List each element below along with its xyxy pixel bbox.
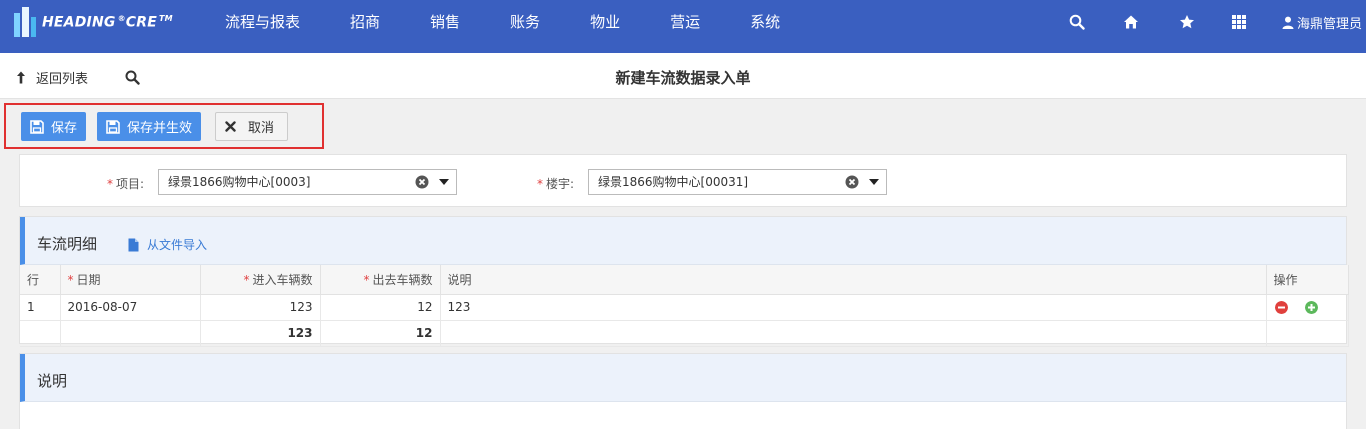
building-field-label: * 楼宇: xyxy=(537,177,575,191)
column-header-row: 行 xyxy=(20,265,61,295)
menu-item-operations[interactable]: 营运 xyxy=(670,0,700,44)
save-and-effect-button[interactable]: 保存并生效 xyxy=(97,112,202,141)
cell-row-number: 1 xyxy=(20,294,61,321)
user-menu[interactable]: 海鼎管理员 xyxy=(1282,13,1362,32)
menu-item-sales[interactable]: 销售 xyxy=(430,0,460,44)
add-row-icon[interactable] xyxy=(1304,300,1318,314)
import-from-file-link[interactable]: 从文件导入 xyxy=(128,236,207,253)
search-icon[interactable] xyxy=(1069,14,1085,30)
detail-section-title: 车流明细 xyxy=(37,235,98,253)
detail-section-header: 车流明细 从文件导入 xyxy=(20,217,1346,265)
menu-item-leasing[interactable]: 招商 xyxy=(350,0,380,44)
user-name: 海鼎管理员 xyxy=(1296,16,1362,32)
cancel-label: 取消 xyxy=(248,121,275,136)
traffic-detail-table: 行 * 日期 * 进入车辆数 * 出去车辆数 说明 操作 1 2016-08-07 1… xyxy=(20,265,1349,347)
cell-in-count[interactable]: 123 xyxy=(200,294,321,321)
dropdown-caret-icon[interactable] xyxy=(439,179,449,185)
cell-out-count[interactable]: 12 xyxy=(320,294,441,321)
menu-item-system[interactable]: 系统 xyxy=(750,0,780,44)
save-and-effect-label: 保存并生效 xyxy=(127,121,193,136)
clear-icon[interactable] xyxy=(845,175,859,189)
cancel-button[interactable]: 取消 xyxy=(215,112,289,141)
logo-icon xyxy=(14,7,36,37)
logo[interactable]: HEADING ®CRE TM xyxy=(14,6,173,38)
cell-empty xyxy=(1266,320,1349,347)
import-label: 从文件导入 xyxy=(147,238,208,252)
save-icon xyxy=(30,119,44,134)
building-select-value: 绿景1866购物中心[00031] xyxy=(598,175,749,189)
table-header-row: 行 * 日期 * 进入车辆数 * 出去车辆数 说明 操作 xyxy=(20,265,1349,295)
user-icon xyxy=(1282,16,1294,29)
table-total-row: 123 12 xyxy=(20,320,1349,347)
page-title: 新建车流数据录入单 xyxy=(615,69,751,87)
cell-date[interactable]: 2016-08-07 xyxy=(60,294,201,321)
save-button[interactable]: 保存 xyxy=(21,112,87,141)
nav-icon-group: 海鼎管理员 xyxy=(1069,0,1366,44)
cell-actions xyxy=(1266,294,1349,321)
file-icon xyxy=(128,238,139,251)
cell-empty xyxy=(440,320,1267,347)
project-select[interactable]: 绿景1866购物中心[0003] xyxy=(158,169,457,195)
menu-item-accounts[interactable]: 账务 xyxy=(510,0,540,44)
top-nav-bar: HEADING®CRETM 流程与报表 招商 销售 账务 物业 营运 系统 xyxy=(0,0,1366,53)
menu-item-reports[interactable]: 流程与报表 xyxy=(225,0,300,44)
project-field-label: * 项目: xyxy=(107,177,145,191)
cell-note[interactable]: 123 xyxy=(440,294,1267,321)
logo-text: HEADING ®CRE TM xyxy=(42,13,173,31)
column-header-out-count[interactable]: * 出去车辆数 xyxy=(320,265,441,295)
table-row: 1 2016-08-07 123 12 123 xyxy=(20,294,1349,321)
home-icon[interactable] xyxy=(1123,14,1139,30)
column-header-actions: 操作 xyxy=(1266,265,1349,295)
traffic-detail-panel: 车流明细 从文件导入 行 *日期 *进入车辆数 *出去车辆数 说明 操作 xyxy=(19,216,1349,347)
cell-empty xyxy=(20,320,61,347)
clear-icon[interactable] xyxy=(415,175,429,189)
menu-item-property[interactable]: 物业 xyxy=(590,0,620,44)
column-header-note[interactable]: 说明 xyxy=(440,265,1267,295)
column-header-in-count[interactable]: * 进入车辆数 xyxy=(200,265,321,295)
cell-total-in: 123 xyxy=(200,320,321,347)
cell-total-out: 12 xyxy=(320,320,441,347)
building-select[interactable]: 绿景1866购物中心[00031] xyxy=(588,169,887,195)
description-section-title: 说明 xyxy=(37,372,68,390)
remove-row-icon[interactable] xyxy=(1274,300,1288,314)
cell-empty xyxy=(60,320,201,347)
description-panel: 说明 xyxy=(19,353,1347,429)
header-form-panel: * 项目: 绿景1866购物中心[0003] * 楼宇: 绿景1866购物中心[00… xyxy=(19,154,1347,207)
column-header-date[interactable]: * 日期 xyxy=(60,265,201,295)
close-icon xyxy=(225,121,236,132)
save-icon xyxy=(106,119,120,134)
dropdown-caret-icon[interactable] xyxy=(869,179,879,185)
sub-header: 返回列表 新建车流数据录入单 xyxy=(0,53,1366,99)
grid-icon[interactable] xyxy=(1231,14,1247,30)
project-select-value: 绿景1866购物中心[0003] xyxy=(168,175,311,189)
main-menu: 流程与报表 招商 销售 账务 物业 营运 系统 xyxy=(225,0,830,53)
save-label: 保存 xyxy=(51,121,78,136)
star-icon[interactable] xyxy=(1179,14,1195,30)
description-section-header: 说明 xyxy=(20,354,1346,402)
